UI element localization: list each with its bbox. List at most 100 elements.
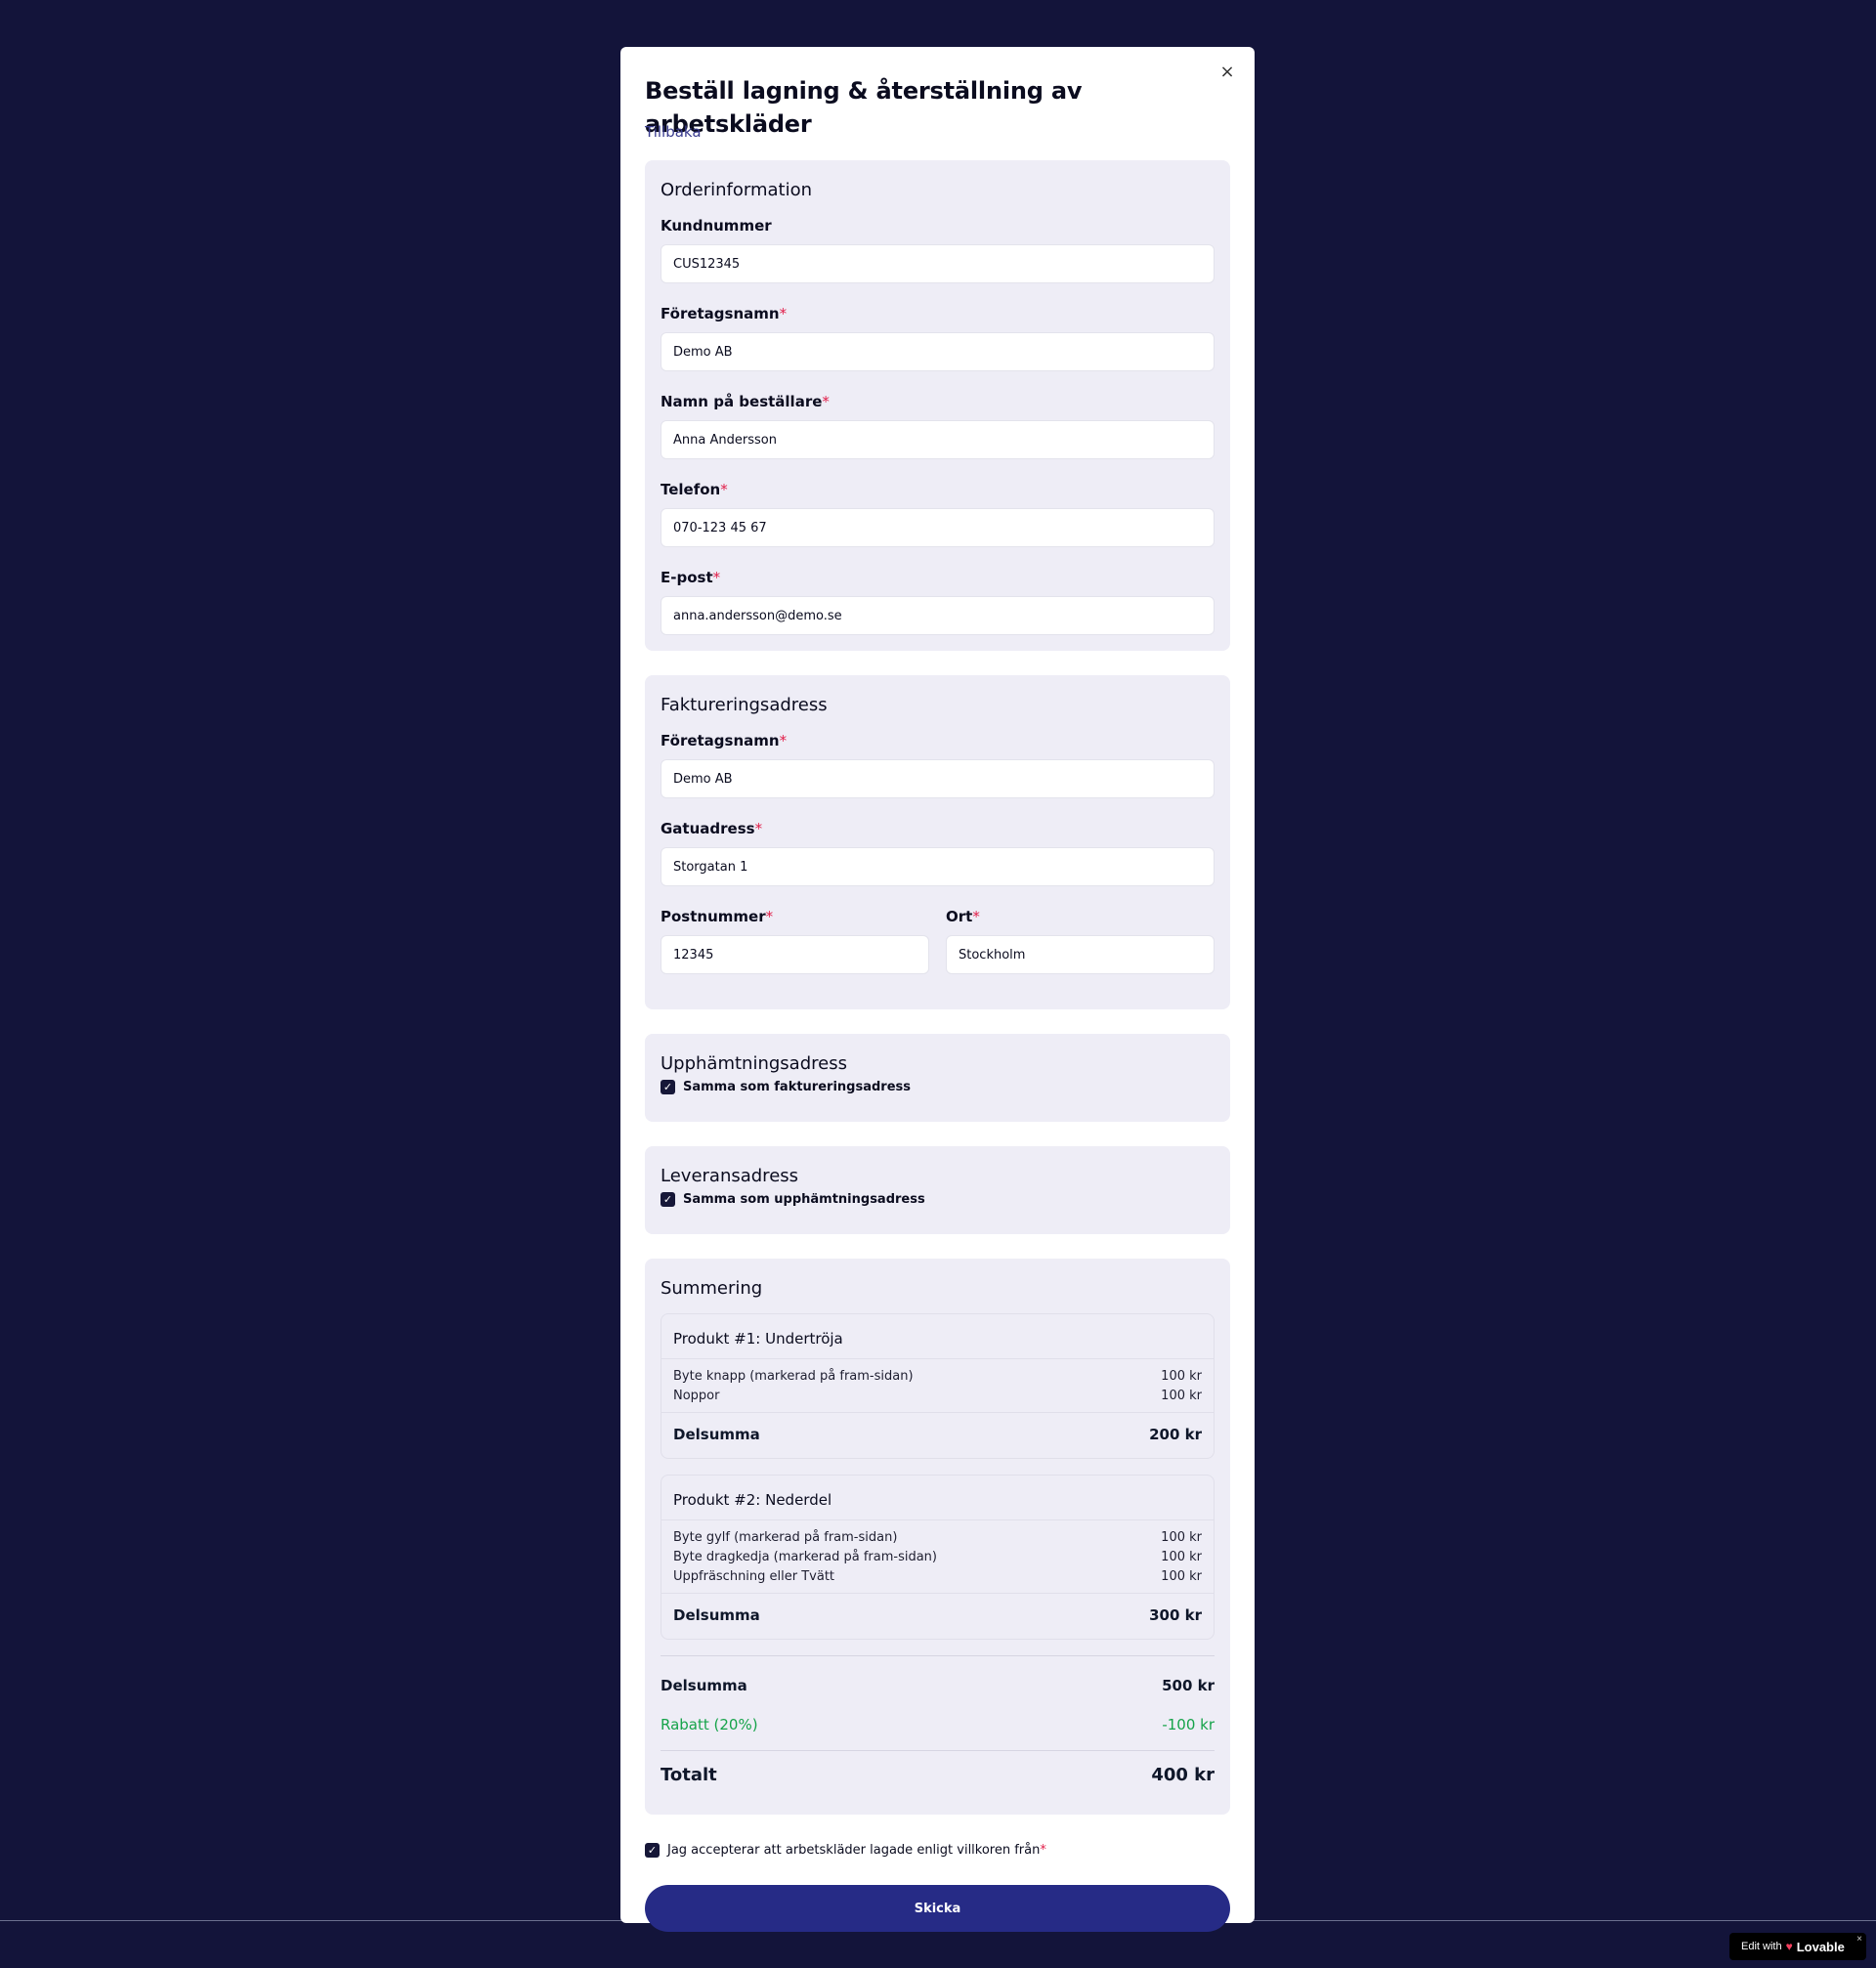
postal-code-input[interactable]: [661, 935, 929, 974]
field-label: Gatuadress*: [661, 820, 763, 837]
discount-value: -100 kr: [1162, 1716, 1215, 1733]
pickup-section: Upphämtningsadress ✓ Samma som faktureri…: [645, 1034, 1230, 1122]
customer-number-input[interactable]: [661, 244, 1215, 283]
street-input[interactable]: [661, 847, 1215, 886]
billing-section: Faktureringsadress Företagsnamn* Gatuadr…: [645, 675, 1230, 1009]
orderer-name-field: Namn på beställare*: [661, 391, 1215, 459]
company-name-input[interactable]: [661, 332, 1215, 371]
totals: Delsumma 500 kr Rabatt (20%) -100 kr Tot…: [661, 1655, 1215, 1799]
street-field: Gatuadress*: [661, 818, 1215, 886]
badge-close-icon[interactable]: ×: [1856, 1934, 1862, 1945]
list-item: Byte knapp (markerad på fram-sidan) 100 …: [673, 1367, 1202, 1387]
customer-number-field: Kundnummer: [661, 215, 1215, 283]
line-price: 100 kr: [1161, 1530, 1202, 1545]
section-title: Faktureringsadress: [661, 695, 828, 715]
subtotal-value: 200 kr: [1149, 1426, 1202, 1443]
total-label: Totalt: [661, 1765, 717, 1785]
back-link[interactable]: Tillbaka: [645, 121, 702, 143]
phone-input[interactable]: [661, 508, 1215, 547]
line-name: Byte dragkedja (markerad på fram-sidan): [673, 1550, 937, 1564]
line-name: Uppfräschning eller Tvätt: [673, 1569, 835, 1584]
section-title: Orderinformation: [661, 180, 813, 200]
field-label: Företagsnamn*: [661, 305, 788, 322]
field-label: Ort*: [946, 908, 980, 925]
order-subtotal-label: Delsumma: [661, 1677, 747, 1694]
checkbox-checked-icon[interactable]: ✓: [661, 1191, 675, 1207]
field-label: E-post*: [661, 569, 721, 586]
company-name-field: Företagsnamn*: [661, 303, 1215, 371]
required-marker: *: [720, 481, 728, 498]
billing-company-field: Företagsnamn*: [661, 730, 1215, 798]
field-label: Namn på beställare*: [661, 393, 830, 410]
required-marker: *: [972, 908, 980, 925]
city-input[interactable]: [946, 935, 1215, 974]
email-input[interactable]: [661, 596, 1215, 635]
checkbox-label: Samma som faktureringsadress: [683, 1079, 911, 1094]
edit-with-lovable-badge[interactable]: Edit with ♥ Lovable ×: [1729, 1933, 1866, 1960]
delivery-section: Leveransadress ✓ Samma som upphämtningsa…: [645, 1146, 1230, 1234]
phone-field: Telefon*: [661, 479, 1215, 547]
section-title: Leveransadress: [661, 1166, 799, 1186]
field-label: Kundnummer: [661, 217, 772, 235]
checkbox-label: Samma som upphämtningsadress: [683, 1191, 925, 1207]
product-card: Produkt #1: Undertröja Byte knapp (marke…: [661, 1313, 1215, 1459]
product-title: Produkt #2: Nederdel: [661, 1476, 1214, 1520]
order-subtotal: Delsumma 500 kr: [661, 1666, 1215, 1705]
product-lines: Byte knapp (markerad på fram-sidan) 100 …: [661, 1359, 1214, 1413]
line-name: Byte knapp (markerad på fram-sidan): [673, 1369, 914, 1384]
terms-acceptance[interactable]: ✓ Jag accepterar att arbetskläder lagade…: [645, 1840, 1230, 1860]
line-price: 100 kr: [1161, 1369, 1202, 1384]
modal-title: Beställ lagning & återställning av arbet…: [645, 77, 1083, 138]
billing-company-input[interactable]: [661, 759, 1215, 798]
product-subtotal: Delsumma 300 kr: [661, 1594, 1214, 1639]
list-item: Byte gylf (markerad på fram-sidan) 100 k…: [673, 1528, 1202, 1548]
postal-code-field: Postnummer*: [661, 906, 929, 974]
required-marker: *: [779, 305, 788, 322]
required-marker: *: [822, 393, 830, 410]
field-label: Företagsnamn*: [661, 732, 788, 749]
required-marker: *: [712, 569, 721, 586]
discount-row: Rabatt (20%) -100 kr: [661, 1705, 1215, 1744]
list-item: Noppor 100 kr: [673, 1387, 1202, 1406]
close-icon[interactable]: ×: [1215, 61, 1239, 84]
order-modal: × Beställ lagning & återställning av arb…: [620, 47, 1255, 1932]
delivery-same-as-pickup[interactable]: ✓ Samma som upphämtningsadress: [661, 1191, 1215, 1219]
email-field: E-post*: [661, 567, 1215, 635]
line-price: 100 kr: [1161, 1550, 1202, 1564]
terms-label: Jag accepterar att arbetskläder lagade e…: [667, 1842, 1046, 1858]
product-title: Produkt #1: Undertröja: [661, 1314, 1214, 1359]
line-price: 100 kr: [1161, 1389, 1202, 1403]
product-lines: Byte gylf (markerad på fram-sidan) 100 k…: [661, 1520, 1214, 1594]
order-subtotal-value: 500 kr: [1162, 1677, 1215, 1694]
postal-city-row: Postnummer* Ort*: [661, 906, 1215, 994]
checkbox-checked-icon[interactable]: ✓: [645, 1842, 660, 1858]
list-item: Byte dragkedja (markerad på fram-sidan) …: [673, 1548, 1202, 1567]
order-info-section: Orderinformation Kundnummer Företagsnamn…: [645, 160, 1230, 651]
subtotal-label: Delsumma: [673, 1426, 760, 1443]
field-label: Postnummer*: [661, 908, 774, 925]
line-name: Byte gylf (markerad på fram-sidan): [673, 1530, 898, 1545]
line-name: Noppor: [673, 1389, 720, 1403]
badge-prefix: Edit with: [1741, 1941, 1782, 1952]
product-card: Produkt #2: Nederdel Byte gylf (markerad…: [661, 1475, 1215, 1640]
section-title: Upphämtningsadress: [661, 1053, 847, 1074]
discount-label: Rabatt (20%): [661, 1716, 758, 1733]
required-marker: *: [1040, 1842, 1046, 1858]
section-title: Summering: [661, 1278, 763, 1299]
orderer-name-input[interactable]: [661, 420, 1215, 459]
summary-section: Summering Produkt #1: Undertröja Byte kn…: [645, 1259, 1230, 1815]
subtotal-value: 300 kr: [1149, 1606, 1202, 1624]
badge-brand: Lovable: [1796, 1939, 1845, 1954]
checkbox-checked-icon[interactable]: ✓: [661, 1079, 675, 1094]
field-label: Telefon*: [661, 481, 728, 498]
product-subtotal: Delsumma 200 kr: [661, 1413, 1214, 1458]
list-item: Uppfräschning eller Tvätt 100 kr: [673, 1567, 1202, 1587]
required-marker: *: [754, 820, 763, 837]
submit-button[interactable]: Skicka: [645, 1885, 1230, 1932]
pickup-same-as-billing[interactable]: ✓ Samma som faktureringsadress: [661, 1079, 1215, 1106]
line-price: 100 kr: [1161, 1569, 1202, 1584]
subtotal-label: Delsumma: [673, 1606, 760, 1624]
total-value: 400 kr: [1151, 1765, 1215, 1785]
total-row: Totalt 400 kr: [661, 1750, 1215, 1799]
heart-icon: ♥: [1785, 1940, 1793, 1953]
